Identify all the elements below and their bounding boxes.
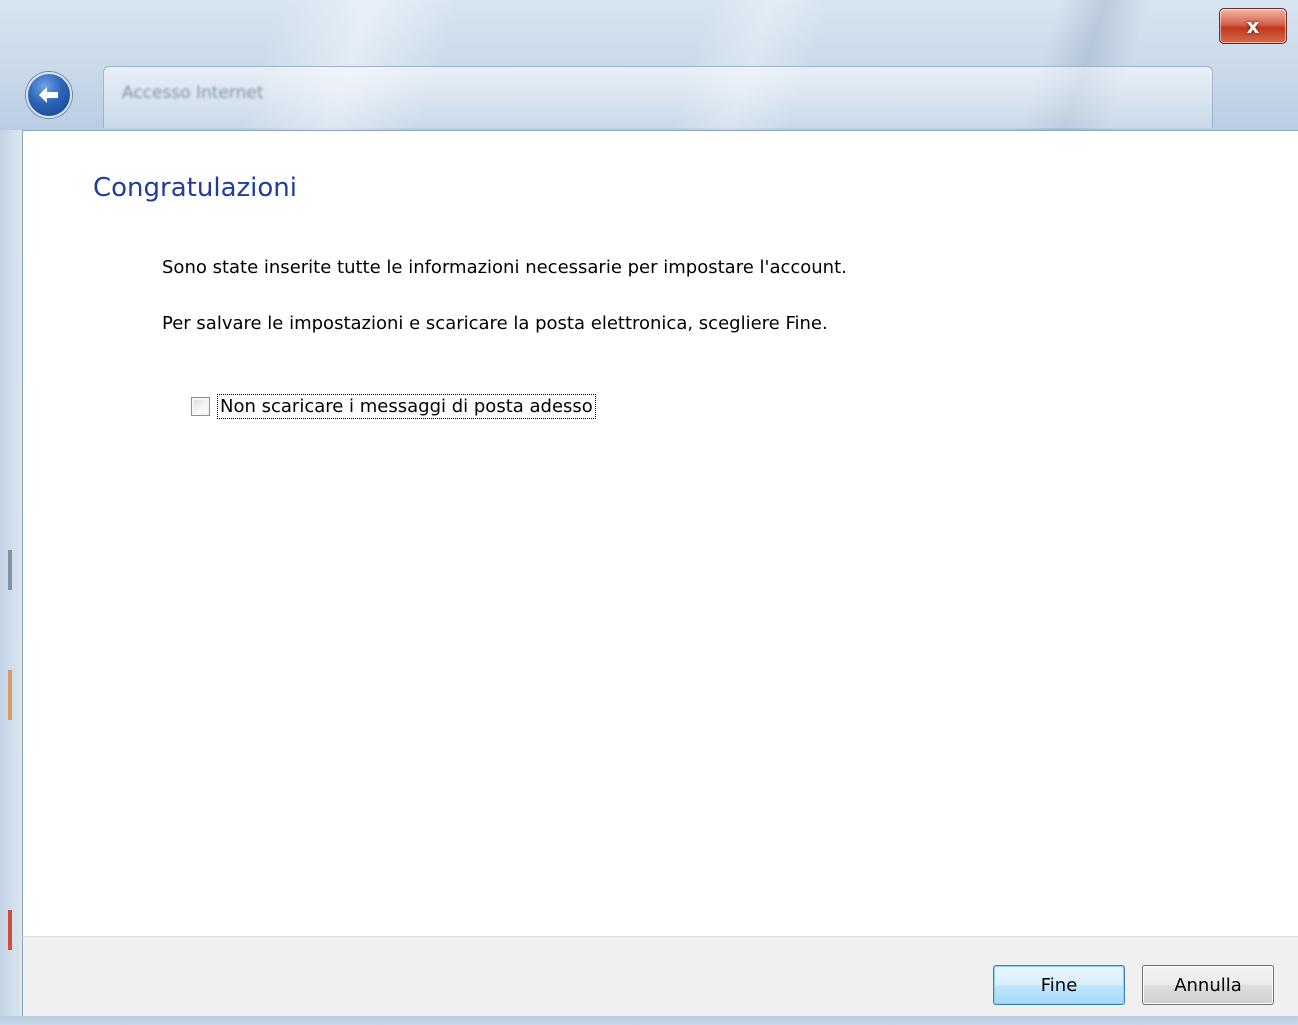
back-button[interactable] <box>26 72 72 118</box>
dont-download-checkbox-label[interactable]: Non scaricare i messaggi di posta adesso <box>217 394 596 419</box>
finish-button[interactable]: Fine <box>993 965 1125 1005</box>
close-icon: x <box>1246 14 1260 38</box>
dont-download-checkbox-row[interactable]: Non scaricare i messaggi di posta adesso <box>191 394 596 419</box>
back-arrow-icon <box>39 87 58 103</box>
wizard-footer: Fine Annulla <box>22 936 1298 1016</box>
dont-download-checkbox[interactable] <box>191 397 210 416</box>
wizard-window: x Accesso Internet Congratulazioni Sono … <box>0 0 1298 1025</box>
window-frame-left <box>0 130 22 1016</box>
title-bar: x Accesso Internet <box>0 0 1298 130</box>
wizard-page: Congratulazioni Sono state inserite tutt… <box>22 130 1298 936</box>
instruction-text: Per salvare le impostazioni e scaricare … <box>162 313 828 334</box>
window-frame-bottom <box>0 1016 1298 1025</box>
title-area: Accesso Internet <box>103 66 1213 128</box>
close-button[interactable]: x <box>1219 8 1287 44</box>
cancel-button[interactable]: Annulla <box>1142 965 1274 1005</box>
page-title: Congratulazioni <box>93 173 297 203</box>
frame-shadow <box>8 670 12 720</box>
window-title: Accesso Internet <box>122 83 264 103</box>
frame-shadow <box>8 910 12 950</box>
info-text: Sono state inserite tutte le informazion… <box>162 257 847 278</box>
frame-shadow <box>8 550 12 590</box>
